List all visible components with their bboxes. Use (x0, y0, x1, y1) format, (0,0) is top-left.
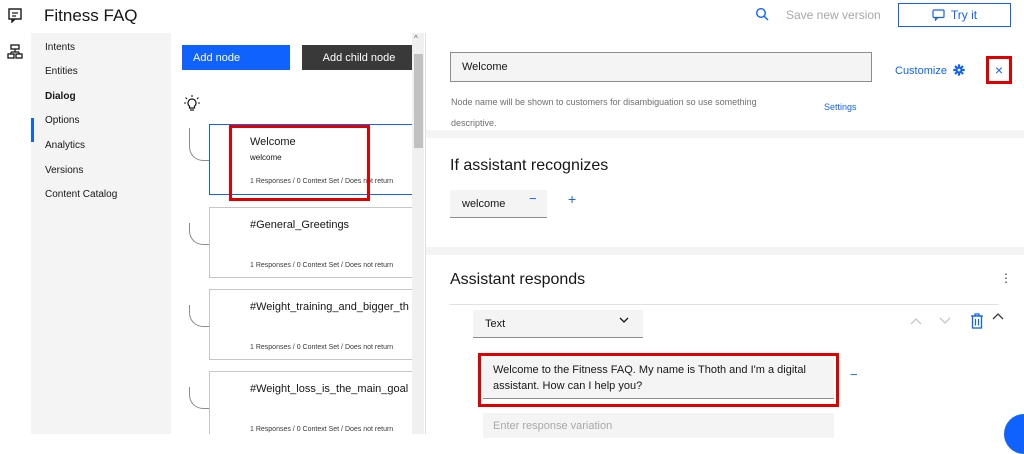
settings-link[interactable]: Settings (824, 102, 857, 112)
nav-item-analytics[interactable]: Analytics (45, 140, 85, 151)
move-down-icon[interactable] (939, 317, 951, 325)
add-node-button[interactable]: Add node (182, 45, 290, 70)
highlight-box (229, 125, 370, 201)
top-header: Fitness FAQ Save new version Try it (31, 0, 1024, 34)
node-meta: 1 Responses / 0 Context Set / Does not r… (250, 262, 394, 269)
lightbulb-icon (184, 95, 200, 111)
try-it-button[interactable]: Try it (898, 3, 1011, 27)
collapse-icon[interactable] (992, 312, 1004, 320)
left-rail (0, 0, 32, 434)
move-up-icon[interactable] (910, 317, 922, 325)
remove-response-button[interactable]: − (850, 367, 858, 382)
search-icon[interactable] (755, 7, 769, 21)
scrollbar-thumb[interactable] (414, 54, 423, 148)
if-assistant-recognizes-title: If assistant recognizes (450, 157, 609, 174)
tree-connector (189, 128, 210, 161)
customize-button[interactable]: Customize (895, 64, 965, 77)
dialog-node-weight-training[interactable]: #Weight_training_and_bigger_th 1 Respons… (209, 289, 423, 360)
dialog-node-weight-loss[interactable]: #Weight_loss_is_the_main_goal 1 Response… (209, 371, 423, 434)
chat-icon[interactable] (7, 7, 23, 23)
nav-item-content-catalog[interactable]: Content Catalog (45, 189, 117, 200)
overflow-menu-icon[interactable]: ⋮ (1000, 271, 1012, 285)
node-meta: 1 Responses / 0 Context Set / Does not r… (250, 344, 394, 351)
scroll-up-arrow-icon[interactable]: ^ (414, 34, 418, 43)
tree-connector (189, 223, 210, 245)
nav-item-entities[interactable]: Entities (45, 66, 78, 77)
node-title: #Weight_training_and_bigger_th (250, 301, 409, 313)
dialog-tree: Add node Add child node Welcome welcome … (171, 33, 425, 434)
node-meta: 1 Responses / 0 Context Set / Does not r… (250, 426, 394, 433)
assistant-responds-title: Assistant responds (450, 271, 586, 288)
node-title: #Weight_loss_is_the_main_goal (250, 383, 409, 395)
save-new-version-button[interactable]: Save new version (786, 8, 881, 22)
node-name-input[interactable]: Welcome (450, 52, 872, 82)
chat-bubble-icon (932, 9, 945, 21)
nav-item-dialog[interactable]: Dialog (45, 91, 76, 102)
customize-label: Customize (895, 65, 947, 77)
tree-connector (189, 305, 210, 327)
add-condition-button[interactable]: + (568, 191, 576, 207)
close-button[interactable]: × (986, 56, 1012, 84)
app-title: Fitness FAQ (44, 6, 138, 25)
section-divider (426, 130, 1024, 138)
highlight-box (478, 353, 839, 407)
section-divider (426, 247, 1024, 255)
skill-nav: Intents Entities Dialog Options Analytic… (31, 33, 171, 434)
section-rule (450, 304, 998, 305)
nav-active-indicator (31, 118, 34, 142)
tree-structure-icon[interactable] (7, 44, 23, 60)
nav-item-options[interactable]: Options (45, 115, 79, 126)
nav-item-versions[interactable]: Versions (45, 165, 83, 176)
add-child-node-button[interactable]: Add child node (302, 45, 416, 70)
dialog-node-general-greetings[interactable]: #General_Greetings 1 Responses / 0 Conte… (209, 207, 423, 278)
nav-item-intents[interactable]: Intents (45, 42, 75, 53)
node-name-helper-text: Node name will be shown to customers for… (451, 97, 757, 128)
try-it-label: Try it (950, 8, 978, 22)
response-type-select[interactable]: Text (473, 310, 643, 338)
trash-icon[interactable] (970, 313, 984, 329)
response-variation-input[interactable]: Enter response variation (483, 413, 834, 438)
remove-condition-button[interactable]: − (529, 191, 537, 206)
chevron-down-icon (619, 317, 629, 323)
tree-connector (189, 387, 210, 409)
node-title: #General_Greetings (250, 219, 350, 231)
node-editor-panel: Welcome Node name will be shown to custo… (425, 33, 1024, 454)
assistant-launcher-button[interactable] (1004, 414, 1024, 454)
gear-icon (953, 64, 965, 76)
